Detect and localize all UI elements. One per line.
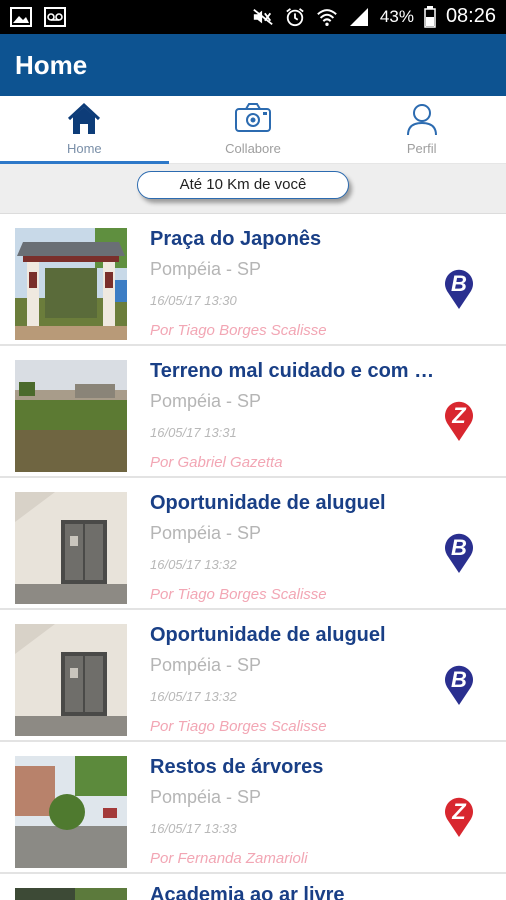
list-item[interactable]: Restos de árvores Pompéia - SP 16/05/17 … bbox=[0, 742, 506, 874]
item-location: Pompéia - SP bbox=[150, 391, 262, 411]
svg-text:Z: Z bbox=[451, 403, 467, 428]
tab-home[interactable]: Home bbox=[0, 96, 169, 164]
page-title: Home bbox=[15, 50, 88, 80]
voicemail-icon bbox=[44, 7, 66, 27]
clock: 08:26 bbox=[445, 5, 496, 27]
item-title: Academia ao ar livre bbox=[150, 884, 345, 900]
item-title: Oportunidade de aluguel bbox=[150, 624, 386, 646]
item-thumbnail bbox=[15, 888, 127, 900]
gallery-icon bbox=[10, 7, 32, 27]
item-location: Pompéia - SP bbox=[150, 259, 262, 279]
list-item[interactable]: Oportunidade de aluguel Pompéia - SP 16/… bbox=[0, 478, 506, 610]
battery-percent: 43% bbox=[379, 6, 414, 26]
b-marker-icon[interactable]: B bbox=[443, 528, 475, 574]
z-marker-icon[interactable]: Z bbox=[443, 396, 475, 442]
item-thumbnail bbox=[15, 756, 127, 868]
profile-icon bbox=[406, 104, 437, 136]
item-title: Restos de árvores bbox=[150, 756, 324, 778]
svg-text:B: B bbox=[451, 271, 467, 296]
tab-collabore[interactable]: Collabore bbox=[169, 96, 338, 163]
item-thumbnail bbox=[15, 228, 127, 340]
tab-home-label: Home bbox=[66, 141, 102, 156]
svg-text:B: B bbox=[451, 535, 467, 560]
item-title: Oportunidade de aluguel bbox=[150, 492, 386, 514]
tab-collabore-label: Collabore bbox=[225, 141, 281, 156]
list-item[interactable]: Terreno mal cuidado e com mato alto Pomp… bbox=[0, 346, 506, 478]
item-title: Terreno mal cuidado e com mato alto bbox=[150, 360, 445, 382]
item-author: Por Gabriel Gazetta bbox=[150, 454, 283, 471]
feed-list: Praça do Japonês Pompéia - SP 16/05/17 1… bbox=[0, 214, 506, 900]
item-author: Por Tiago Borges Scalisse bbox=[150, 322, 327, 339]
signal-icon bbox=[349, 7, 368, 26]
b-marker-icon[interactable]: B bbox=[443, 264, 475, 310]
z-marker-icon[interactable]: Z bbox=[443, 792, 475, 838]
alarm-icon bbox=[286, 7, 304, 26]
b-marker-icon[interactable]: B bbox=[443, 660, 475, 706]
item-thumbnail bbox=[15, 360, 127, 472]
home-icon bbox=[68, 102, 101, 134]
mute-icon bbox=[253, 8, 273, 25]
item-title: Praça do Japonês bbox=[150, 228, 322, 250]
status-bar: 43% 08:26 bbox=[0, 0, 506, 34]
item-thumbnail bbox=[15, 624, 127, 736]
item-author: Por Fernanda Zamarioli bbox=[150, 850, 308, 867]
svg-text:B: B bbox=[451, 667, 467, 692]
wifi-icon bbox=[317, 8, 337, 26]
list-item[interactable]: Praça do Japonês Pompéia - SP 16/05/17 1… bbox=[0, 214, 506, 346]
item-author: Por Tiago Borges Scalisse bbox=[150, 586, 327, 603]
item-thumbnail bbox=[15, 492, 127, 604]
item-location: Pompéia - SP bbox=[150, 787, 262, 807]
tab-bar: Home Collabore Perfil bbox=[0, 96, 506, 164]
list-item[interactable]: Oportunidade de aluguel Pompéia - SP 16/… bbox=[0, 610, 506, 742]
tab-perfil-label: Perfil bbox=[406, 141, 437, 156]
tab-perfil[interactable]: Perfil bbox=[337, 96, 506, 163]
distance-filter-button[interactable]: Até 10 Km de você bbox=[137, 171, 349, 199]
battery-icon bbox=[424, 5, 436, 28]
filter-bar: Até 10 Km de você bbox=[0, 164, 506, 214]
list-item[interactable]: Academia ao ar livre bbox=[0, 874, 506, 900]
item-date: 16/05/17 13:31 bbox=[150, 425, 237, 440]
item-location: Pompéia - SP bbox=[150, 655, 262, 675]
item-date: 16/05/17 13:33 bbox=[150, 821, 237, 836]
item-date: 16/05/17 13:30 bbox=[150, 293, 237, 308]
app-bar: Home bbox=[0, 34, 506, 96]
item-location: Pompéia - SP bbox=[150, 523, 262, 543]
svg-text:Z: Z bbox=[451, 799, 467, 824]
item-date: 16/05/17 13:32 bbox=[150, 557, 237, 572]
item-date: 16/05/17 13:32 bbox=[150, 689, 237, 704]
camera-icon bbox=[235, 103, 271, 132]
item-author: Por Tiago Borges Scalisse bbox=[150, 718, 327, 735]
